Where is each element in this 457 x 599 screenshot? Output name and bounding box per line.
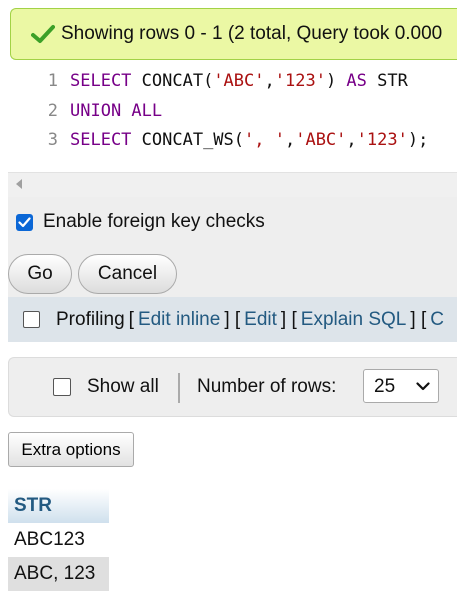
table-cell[interactable]: ABC, 123 — [8, 557, 109, 591]
table-cell[interactable]: ABC123 — [8, 523, 109, 557]
results-table: STR ABC123 ABC, 123 — [8, 489, 109, 591]
checkmark-icon — [31, 25, 55, 43]
edit-link[interactable]: Edit — [244, 309, 277, 331]
checkbox-check-icon — [18, 216, 31, 227]
number-of-rows-label: Number of rows: — [197, 376, 337, 397]
bracket-separator: ] [ — [280, 308, 297, 330]
edit-inline-link[interactable]: Edit inline — [138, 309, 220, 331]
go-button[interactable]: Go — [8, 254, 72, 294]
sql-token: STR — [366, 71, 408, 91]
sql-token: CONCAT_WS( — [131, 130, 245, 150]
sql-token: '123' — [356, 130, 408, 150]
sql-token: UNION ALL — [70, 101, 163, 121]
sql-line: 2 UNION ALL — [10, 96, 162, 126]
sql-token: SELECT — [70, 71, 132, 91]
sql-token: CONCAT( — [131, 71, 214, 91]
bracket-open: [ — [128, 308, 134, 330]
query-options-panel: Enable foreign key checks Go Cancel Prof… — [8, 197, 457, 342]
bracket-separator: ] [ — [224, 308, 241, 330]
show-all-checkbox[interactable] — [53, 378, 71, 396]
horizontal-scrollbar[interactable] — [8, 172, 457, 197]
sql-token: 'ABC' — [213, 71, 265, 91]
column-header-str[interactable]: STR — [8, 489, 109, 523]
bracket-separator: ] [ — [410, 308, 427, 330]
table-header-row: STR — [8, 489, 109, 523]
table-row: ABC, 123 — [8, 557, 109, 591]
sql-token: , — [264, 71, 275, 91]
success-message: Showing rows 0 - 1 (2 total, Query took … — [10, 8, 457, 60]
explain-sql-link[interactable]: Explain SQL — [301, 309, 407, 331]
success-text: Showing rows 0 - 1 (2 total, Query took … — [61, 23, 443, 44]
line-number: 1 — [47, 71, 58, 91]
sql-line: 1 SELECT CONCAT('ABC','123') AS STR — [10, 66, 408, 96]
sql-code-editor[interactable]: 1 SELECT CONCAT('ABC','123') AS STR 2 UNIO… — [10, 61, 457, 171]
create-php-code-link[interactable]: C — [430, 309, 444, 331]
line-number: 3 — [47, 130, 58, 150]
rows-per-page-value: 25 — [374, 376, 396, 397]
navigation-bar: Show all Number of rows: 25 — [8, 357, 457, 417]
table-row: ABC123 — [8, 523, 109, 557]
profiling-label: Profiling — [56, 308, 125, 330]
rows-per-page-select[interactable]: 25 — [363, 369, 439, 403]
sql-token: , — [346, 130, 357, 150]
separator — [178, 373, 180, 403]
foreign-key-label: Enable foreign key checks — [43, 211, 265, 232]
sql-token: , — [284, 130, 296, 150]
sql-token: ); — [407, 130, 429, 150]
profiling-bar: Profiling [ Edit inline ] [ Edit ] [ Exp… — [8, 297, 457, 342]
sql-line: 3 SELECT CONCAT_WS(', ','ABC','123'); — [10, 125, 429, 155]
show-all-label: Show all — [87, 376, 159, 397]
sql-token: ', ' — [244, 130, 285, 150]
extra-options-button[interactable]: Extra options — [8, 432, 134, 467]
chevron-down-icon — [416, 382, 430, 391]
foreign-key-option: Enable foreign key checks — [16, 211, 265, 233]
sql-token: ) — [325, 71, 347, 91]
scroll-left-arrow-icon[interactable] — [16, 179, 22, 189]
sql-token: 'ABC' — [295, 130, 347, 150]
sql-token: '123' — [274, 71, 326, 91]
profiling-checkbox[interactable] — [23, 311, 40, 328]
sql-token: AS — [346, 71, 367, 91]
sql-token: SELECT — [70, 130, 132, 150]
line-number: 2 — [47, 101, 58, 121]
cancel-button[interactable]: Cancel — [78, 254, 177, 294]
foreign-key-checkbox[interactable] — [16, 213, 33, 231]
